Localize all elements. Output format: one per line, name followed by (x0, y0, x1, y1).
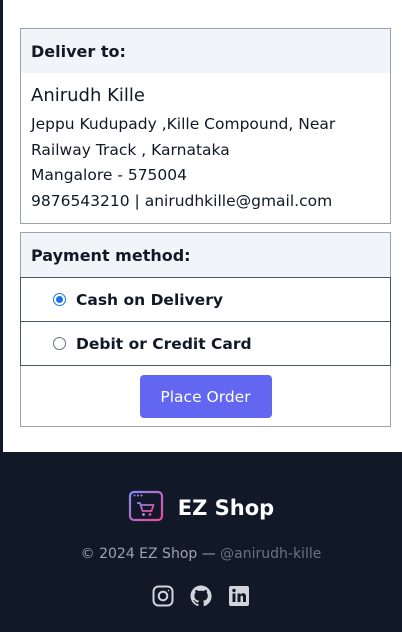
payment-option-label: Cash on Delivery (76, 290, 223, 309)
footer-brand-name: EZ Shop (177, 496, 275, 520)
social-links (0, 584, 402, 608)
linkedin-icon[interactable] (227, 584, 251, 608)
payment-option-card[interactable]: Debit or Credit Card (20, 322, 391, 366)
delivery-heading: Deliver to: (21, 29, 390, 73)
cart-logo-icon (128, 490, 164, 526)
radio-cod[interactable] (53, 293, 66, 306)
payment-option-label: Debit or Credit Card (76, 334, 252, 353)
delivery-address: Anirudh Kille Jeppu Kudupady ,Kille Comp… (21, 73, 390, 214)
checkout-content: Deliver to: Anirudh Kille Jeppu Kudupady… (0, 0, 402, 452)
recipient-name: Anirudh Kille (31, 85, 145, 106)
payment-heading: Payment method: (21, 233, 390, 277)
instagram-icon[interactable] (151, 584, 175, 608)
address-line-1: Jeppu Kudupady ,Kille Compound, Near (31, 115, 336, 133)
payment-card: Payment method: Cash on Delivery Debit o… (20, 232, 391, 427)
place-order-button[interactable]: Place Order (139, 375, 272, 418)
address-city: Mangalore - 575004 (31, 166, 188, 184)
footer-brand[interactable]: EZ Shop (0, 490, 402, 526)
copyright-text: © 2024 EZ Shop — (80, 546, 216, 562)
payment-option-cod[interactable]: Cash on Delivery (20, 277, 391, 322)
author-handle-link[interactable]: @anirudh-kille (220, 546, 321, 562)
radio-card[interactable] (53, 337, 66, 350)
copyright: © 2024 EZ Shop — @anirudh-kille (0, 546, 402, 562)
delivery-card: Deliver to: Anirudh Kille Jeppu Kudupady… (20, 28, 391, 224)
address-line-2: Railway Track , Karnataka (31, 140, 230, 159)
contact-line: 9876543210 | anirudhkille@gmail.com (31, 191, 333, 210)
left-edge-bar (0, 0, 3, 452)
github-icon[interactable] (189, 584, 213, 608)
site-footer: EZ Shop © 2024 EZ Shop — @anirudh-kille (0, 452, 402, 632)
